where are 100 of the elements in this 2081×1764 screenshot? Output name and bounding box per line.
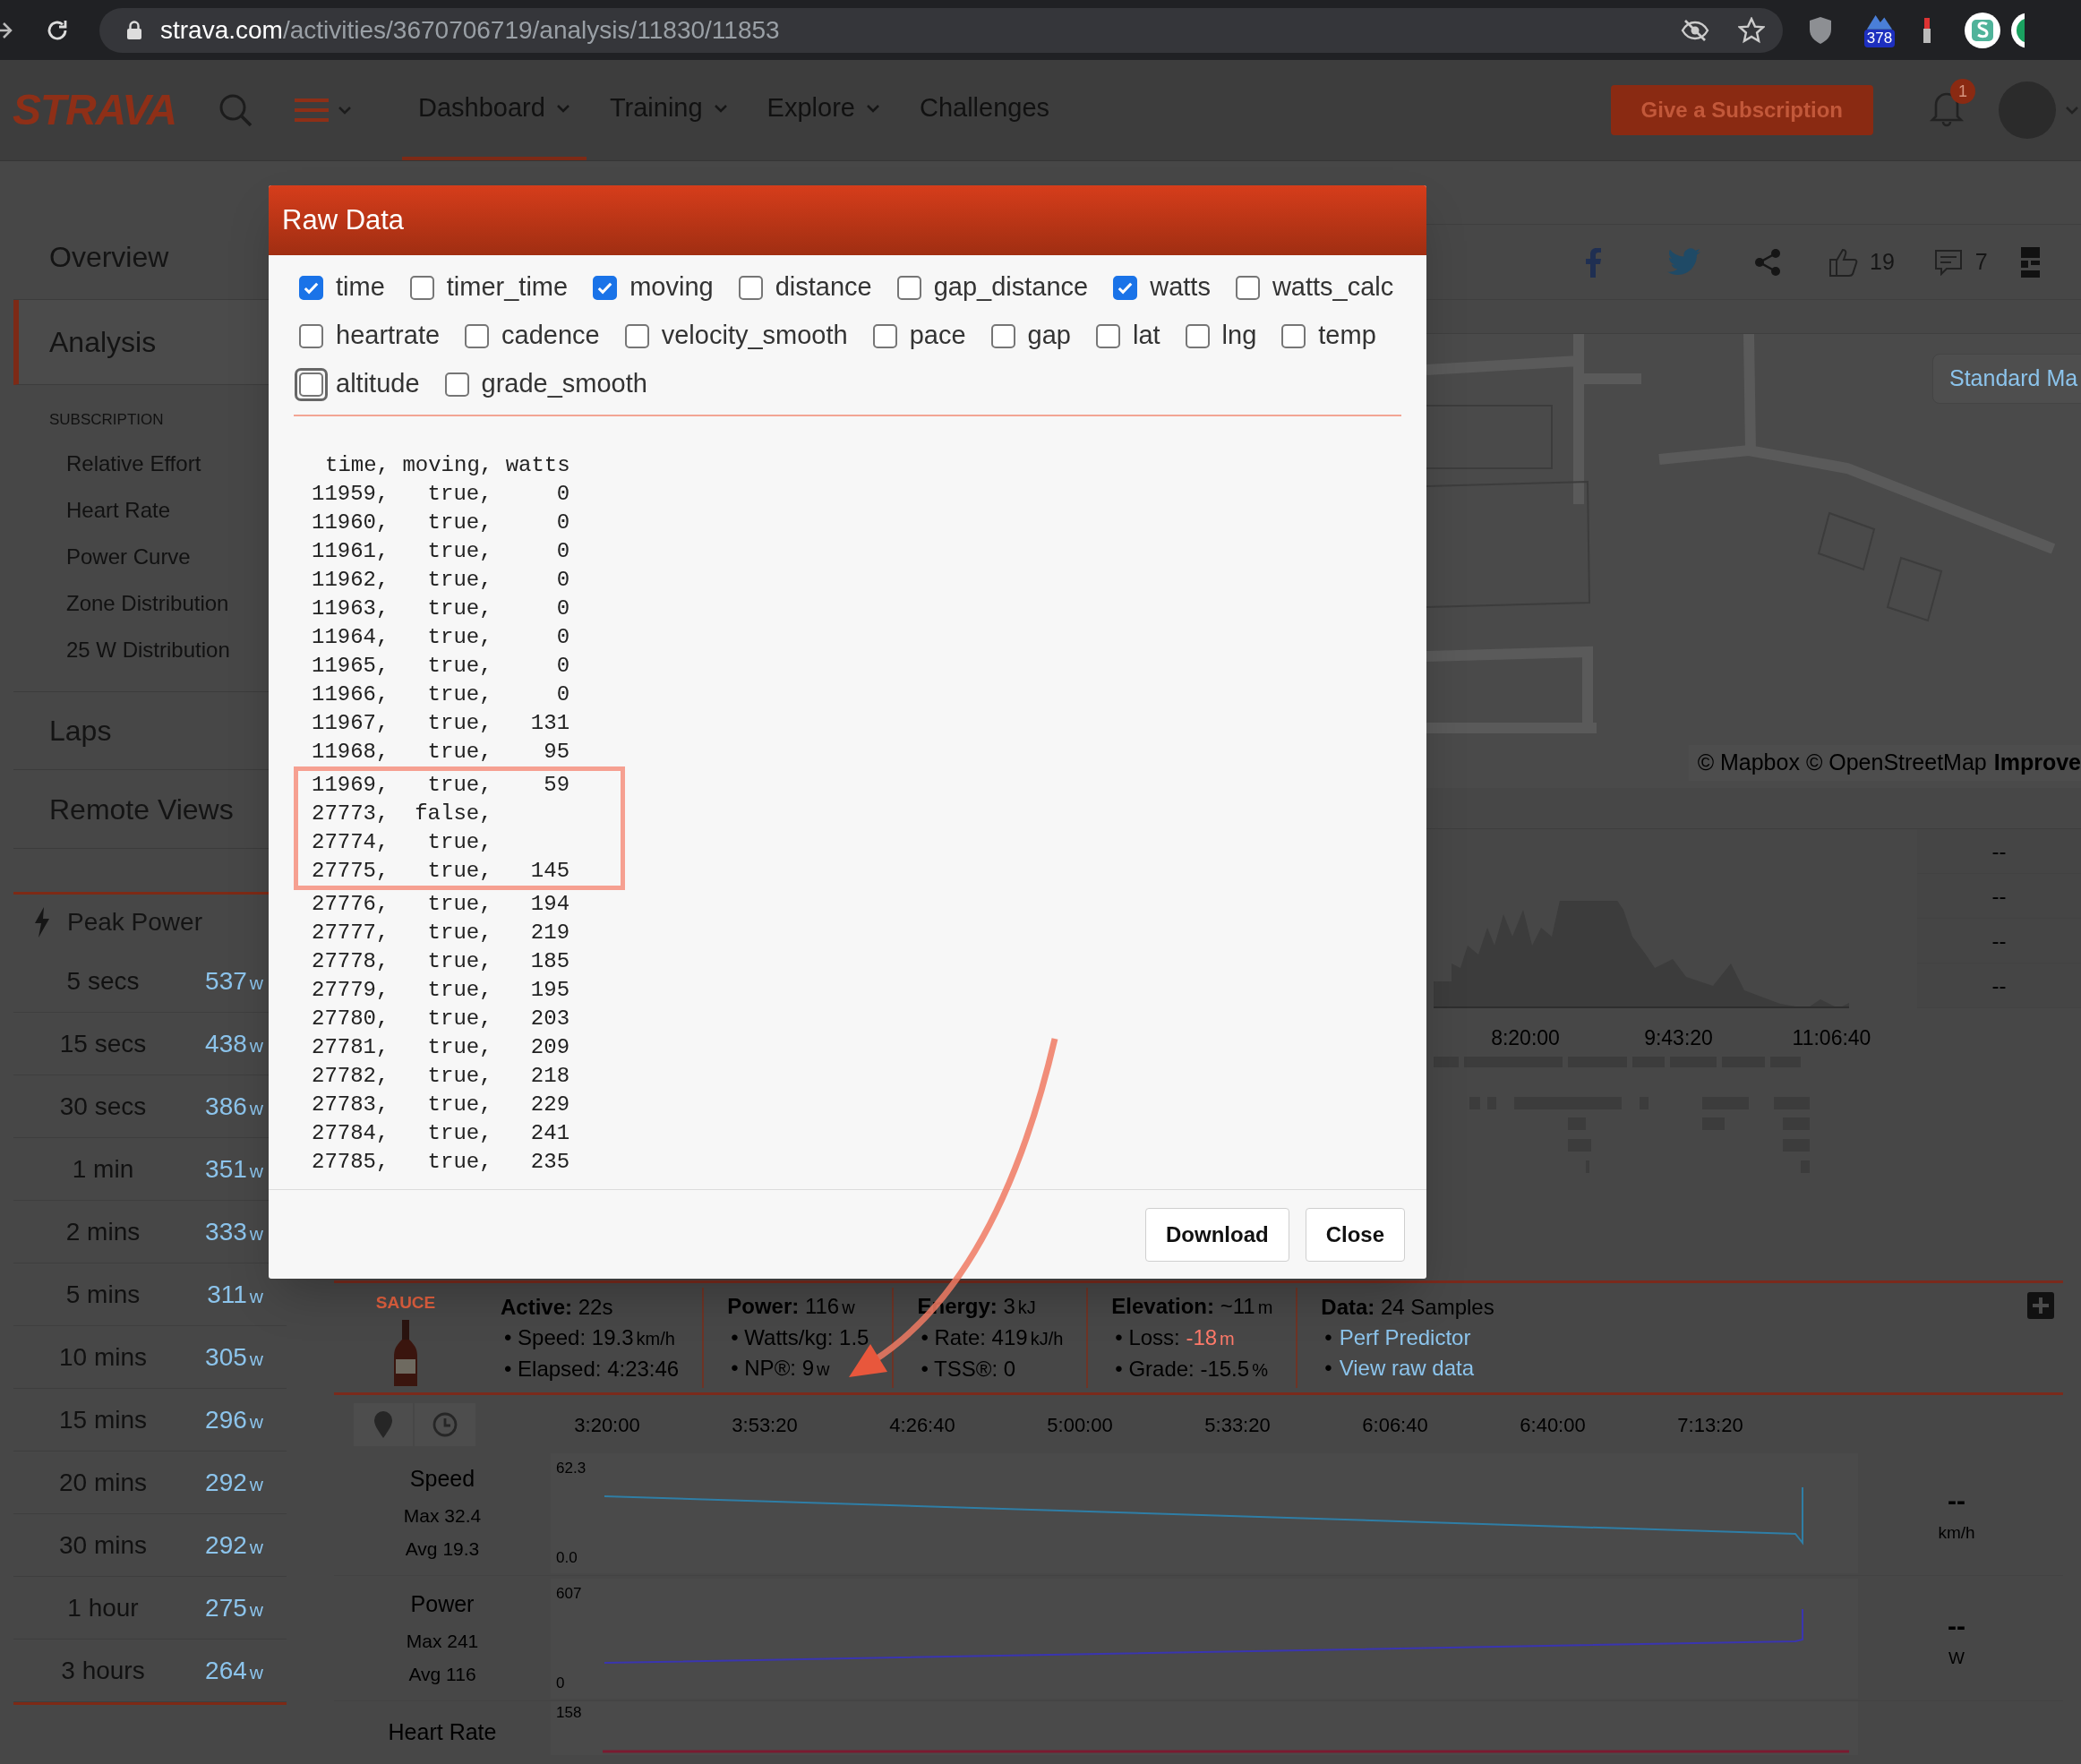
metric-label: Speed <box>409 1465 475 1494</box>
map-attribution: © Mapbox © OpenStreetMap <box>1697 749 1987 777</box>
checkbox[interactable] <box>1281 323 1306 348</box>
checkbox[interactable] <box>593 275 618 300</box>
checkbox[interactable] <box>1113 275 1138 300</box>
field-label[interactable]: distance <box>775 268 872 307</box>
checkbox[interactable] <box>1095 323 1120 348</box>
time-axis-label: 4:26:40 <box>888 1412 956 1438</box>
data-line: 27779, true, 195 <box>312 977 570 1004</box>
power-value: 311w <box>207 1279 263 1310</box>
data-line: 11969, true, 59 <box>294 766 625 800</box>
field-label[interactable]: temp <box>1318 316 1376 355</box>
field-label[interactable]: heartrate <box>336 316 441 355</box>
stat-line: • Speed: 19.3km/h <box>503 1323 676 1351</box>
metric-reading: -- <box>1948 1609 1965 1642</box>
checkbox[interactable] <box>299 275 323 300</box>
field-label[interactable]: grade_smooth <box>481 364 647 404</box>
power-value: 333w <box>205 1216 263 1247</box>
field-label[interactable]: moving <box>629 268 714 307</box>
metric-reading: -- <box>1991 972 2007 999</box>
checkbox[interactable] <box>872 323 897 348</box>
data-line: 11964, true, 0 <box>312 624 570 651</box>
data-line: 27783, true, 229 <box>312 1092 570 1118</box>
power-value: 305w <box>205 1341 263 1373</box>
field-label[interactable]: altitude <box>336 364 420 404</box>
s-logo-icon[interactable] <box>1964 11 2001 49</box>
power-value: 275w <box>205 1592 263 1623</box>
data-line: 11959, true, 0 <box>312 481 570 508</box>
data-line: 11962, true, 0 <box>312 567 570 594</box>
time-axis-label: 8:20:00 <box>1490 1025 1561 1051</box>
power-value: 264w <box>205 1655 263 1686</box>
y-axis-label: 607 <box>556 1583 583 1604</box>
eye-slash-icon[interactable] <box>1681 18 1709 42</box>
mountain-icon[interactable] <box>1866 13 1893 30</box>
power-value: 386w <box>205 1091 263 1122</box>
checkbox[interactable] <box>299 323 323 348</box>
stat-line: • TSS®: 0 <box>920 1356 1017 1383</box>
data-line: 27775, true, 145 <box>294 857 625 890</box>
checkbox[interactable] <box>896 275 921 300</box>
power-value: 537w <box>205 965 263 997</box>
field-label[interactable]: cadence <box>501 316 600 355</box>
data-line: 11961, true, 0 <box>312 538 570 565</box>
stat-line: • Rate: 419 kJ/h <box>920 1324 1064 1351</box>
stat-line: • Watts/kg: 1.5 <box>730 1324 869 1351</box>
shield-icon[interactable] <box>1808 15 1833 45</box>
sauce-link[interactable]: Perf Predictor <box>1339 1323 1471 1353</box>
bullet-mark: • <box>1324 1355 1332 1382</box>
data-line: 11960, true, 0 <box>312 510 570 536</box>
lock-icon <box>126 20 142 40</box>
time-axis-label: 3:53:20 <box>731 1412 799 1438</box>
field-label[interactable]: velocity_smooth <box>661 316 848 355</box>
time-axis-label: 5:00:00 <box>1046 1412 1114 1438</box>
sauce-logo: SAUCE <box>375 1292 436 1314</box>
power-value: 292w <box>205 1529 263 1561</box>
field-label[interactable]: timer_time <box>446 268 569 307</box>
address-bar[interactable]: strava.com/activities/3670706719/analysis/11830/11853 <box>99 7 1783 53</box>
data-line: 11963, true, 0 <box>312 595 570 622</box>
checkbox[interactable] <box>465 323 490 348</box>
field-label[interactable]: watts_calc <box>1272 268 1394 307</box>
lipstick-icon[interactable] <box>1923 15 1931 45</box>
metric-reading: -- <box>1991 882 2007 910</box>
metric-max: Max 32.4 <box>403 1503 482 1528</box>
data-line: 27782, true, 218 <box>312 1063 570 1090</box>
notification-badge: 1 <box>1950 79 1975 104</box>
field-label[interactable]: gap_distance <box>933 268 1089 307</box>
checkbox[interactable] <box>990 323 1015 348</box>
field-label[interactable]: gap <box>1027 316 1071 355</box>
thumbs-up-icon[interactable] <box>1828 246 1859 278</box>
extension-badge: 378 <box>1863 29 1896 47</box>
y-axis-label: 62.3 <box>556 1458 587 1478</box>
checkbox[interactable] <box>444 372 469 397</box>
dialog-button[interactable]: Close <box>1305 1207 1405 1262</box>
field-label[interactable]: watts <box>1150 268 1211 307</box>
caret-icon <box>2065 106 2079 115</box>
data-line: 27781, true, 209 <box>312 1034 570 1061</box>
y-axis-label: 0.0 <box>556 1548 578 1568</box>
map-style-button[interactable]: Standard Ma <box>1932 354 2081 404</box>
data-line: 27773, false, <box>294 800 625 828</box>
bottle-icon <box>392 1319 419 1388</box>
time-axis-label: 6:40:00 <box>1519 1412 1587 1438</box>
metric-label: Power <box>410 1590 475 1619</box>
time-axis-label: 11:06:40 <box>1791 1025 1872 1051</box>
checkbox[interactable] <box>1185 323 1210 348</box>
checkbox[interactable] <box>409 275 434 300</box>
field-label[interactable]: time <box>336 268 385 307</box>
sauce-link[interactable]: View raw data <box>1339 1353 1474 1383</box>
time-axis-label: 7:13:20 <box>1676 1412 1744 1438</box>
metric-reading: -- <box>1991 837 2007 865</box>
dialog-button[interactable]: Download <box>1145 1207 1289 1262</box>
checkbox[interactable] <box>624 323 649 348</box>
checkbox[interactable] <box>1235 275 1260 300</box>
data-line: 27778, true, 185 <box>312 948 570 975</box>
checkbox[interactable] <box>738 275 763 300</box>
field-label[interactable]: lat <box>1132 316 1160 355</box>
data-line: 27780, true, 203 <box>312 1006 570 1032</box>
field-label[interactable]: lng <box>1221 316 1257 355</box>
data-line: 11966, true, 0 <box>312 681 570 708</box>
field-label[interactable]: pace <box>909 316 966 355</box>
time-axis-label: 3:20:00 <box>573 1412 641 1438</box>
star-icon[interactable] <box>1738 16 1765 44</box>
